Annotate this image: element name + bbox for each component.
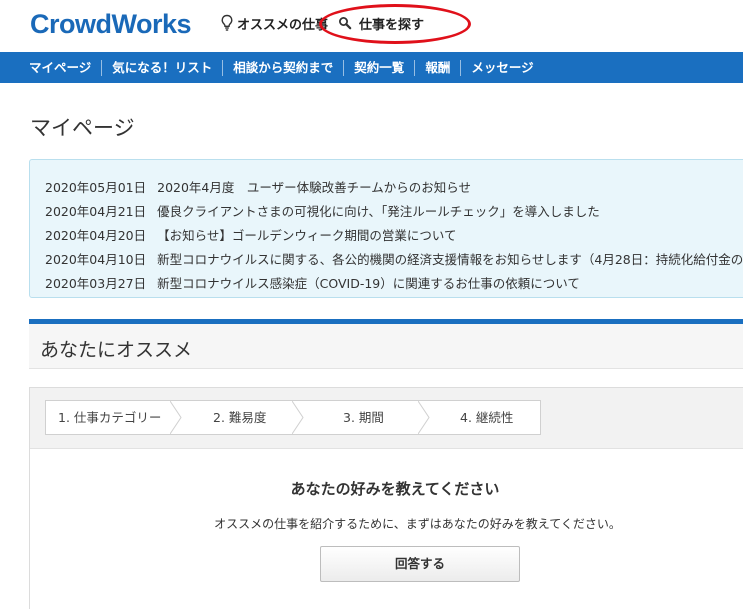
news-link[interactable]: 2020年4月度 ユーザー体験改善チームからのお知らせ (157, 178, 471, 202)
news-date: 2020年05月01日 (45, 180, 147, 195)
steps-area: 1. 仕事カテゴリー 2. 難易度 3. 期間 4. 継続性 (30, 388, 743, 449)
main-nav-bar: マイページ 気になる！リスト 相談から契約まで 契約一覧 報酬 メッセージ (0, 52, 743, 83)
recommend-section-header: あなたにオススメ (29, 319, 743, 369)
nav-item-favorites[interactable]: 気になる！リスト (102, 59, 222, 76)
news-date: 2020年03月27日 (45, 276, 147, 291)
news-panel: 2020年05月01日 2020年4月度 ユーザー体験改善チームからのお知らせ … (29, 159, 743, 298)
news-date: 2020年04月21日 (45, 204, 147, 219)
recommended-jobs-link[interactable]: オススメの仕事 (220, 14, 328, 33)
answer-button[interactable]: 回答する (320, 546, 520, 582)
chevron-right-icon (292, 401, 304, 434)
news-link[interactable]: 新型コロナウイルスに関する、各公的機関の経済支援情報をお知らせします（4月28日… (157, 250, 743, 274)
find-jobs-label: 仕事を探す (359, 17, 425, 33)
news-date: 2020年04月10日 (45, 252, 147, 267)
nav-item-consult-to-contract[interactable]: 相談から契約まで (223, 59, 343, 76)
find-jobs-link[interactable]: 仕事を探す (336, 14, 424, 33)
preference-description: オススメの仕事を紹介するために、まずはあなたの好みを教えてください。 (214, 517, 621, 531)
news-link[interactable]: 【お知らせ】ゴールデンウィーク期間の営業について (157, 226, 456, 250)
news-date: 2020年04月20日 (45, 228, 147, 243)
recommend-panel: 1. 仕事カテゴリー 2. 難易度 3. 期間 4. 継続性 あなたの好みを教え… (29, 387, 743, 609)
news-link[interactable]: 優良クライアントさまの可視化に向け、「発注ルールチェック」を導入しました (157, 202, 600, 226)
news-list: 2020年05月01日 2020年4月度 ユーザー体験改善チームからのお知らせ … (45, 178, 743, 297)
news-item: 2020年04月20日 【お知らせ】ゴールデンウィーク期間の営業について (45, 226, 743, 250)
step-period: 3. 期間 (343, 410, 384, 425)
header: CrowdWorks オススメの仕事 仕事を探す (0, 0, 743, 52)
news-item: 2020年05月01日 2020年4月度 ユーザー体験改善チームからのお知らせ (45, 178, 743, 202)
step-continuity: 4. 継続性 (460, 410, 514, 425)
nav-item-contracts[interactable]: 契約一覧 (344, 59, 414, 76)
chevron-right-icon (418, 401, 430, 434)
crowdworks-logo[interactable]: CrowdWorks (30, 6, 192, 42)
chevron-right-icon (170, 401, 182, 434)
news-item: 2020年03月27日 新型コロナウイルス感染症（COVID-19）に関連するお… (45, 274, 743, 297)
step-difficulty: 2. 難易度 (213, 410, 267, 425)
news-link[interactable]: 新型コロナウイルス感染症（COVID-19）に関連するお仕事の依頼について (157, 274, 580, 297)
nav-item-mypage[interactable]: マイページ (19, 59, 101, 76)
header-nav: オススメの仕事 仕事を探す (220, 12, 424, 34)
preference-question: あなたの好みを教えてください (290, 480, 500, 498)
news-item: 2020年04月21日 優良クライアントさまの可視化に向け、「発注ルールチェック… (45, 202, 743, 226)
step-job-category: 1. 仕事カテゴリー (58, 410, 162, 425)
news-item: 2020年04月10日 新型コロナウイルスに関する、各公的機関の経済支援情報をお… (45, 250, 743, 274)
nav-item-rewards[interactable]: 報酬 (415, 59, 460, 76)
nav-item-messages[interactable]: メッセージ (461, 59, 543, 76)
lightbulb-icon (221, 14, 233, 31)
search-icon (339, 17, 352, 30)
recommend-title: あなたにオススメ (40, 339, 193, 361)
recommended-jobs-label: オススメの仕事 (237, 17, 329, 33)
page-title: マイページ (30, 116, 135, 140)
preference-steps: 1. 仕事カテゴリー 2. 難易度 3. 期間 4. 継続性 (45, 400, 541, 435)
